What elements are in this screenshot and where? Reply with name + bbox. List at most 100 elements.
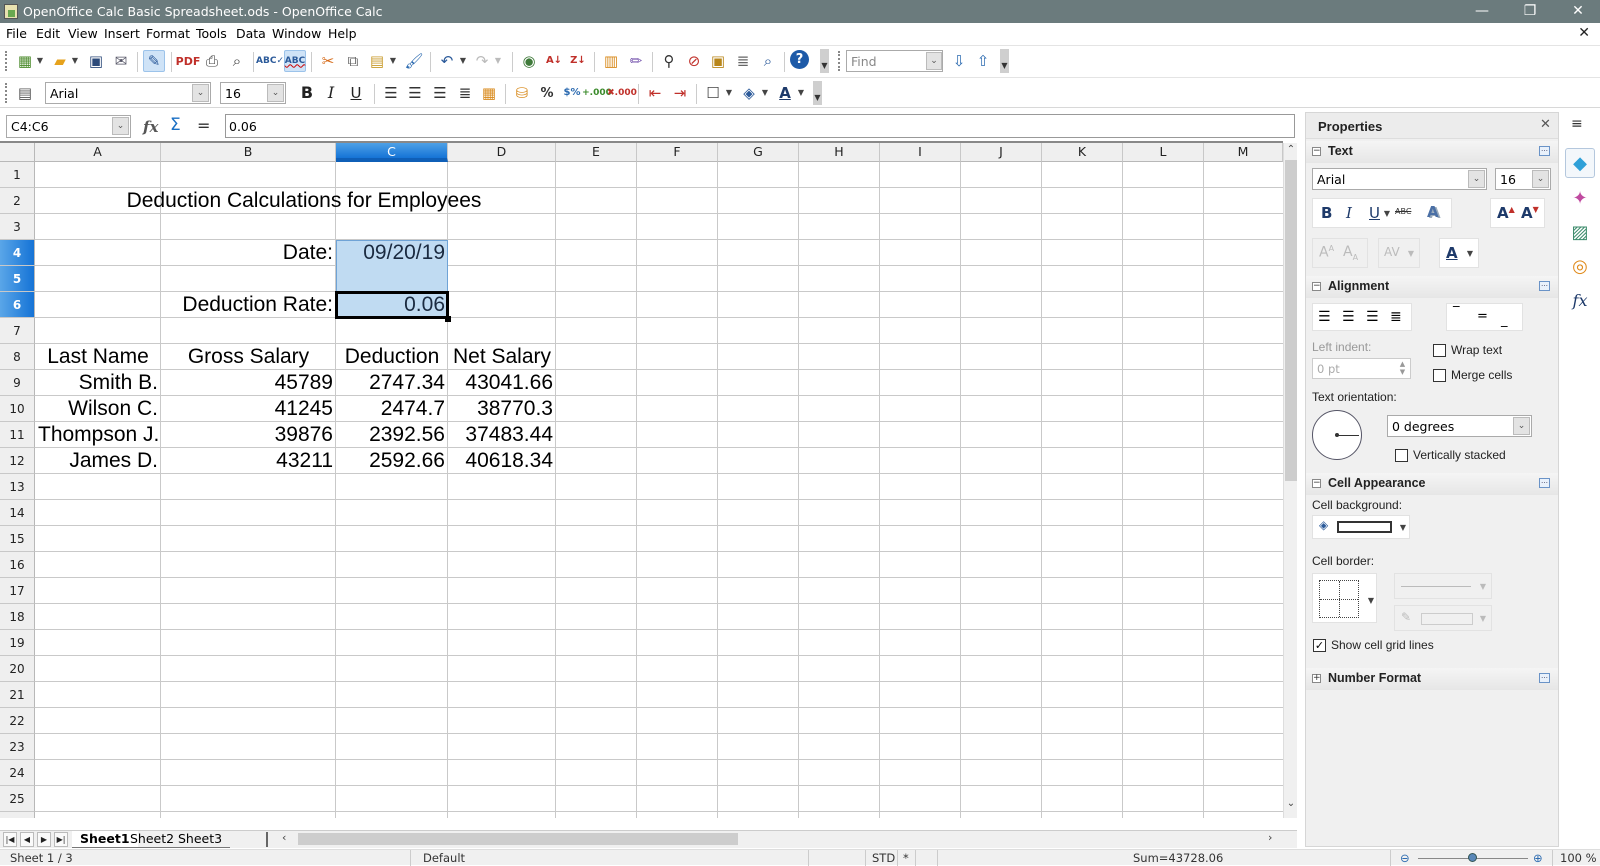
column-header-g[interactable]: G (718, 143, 799, 162)
sidebar-align-left-icon[interactable]: ☰ (1318, 309, 1331, 325)
text-section-header[interactable]: − Text … (1306, 141, 1558, 163)
horizontal-scrollbar[interactable]: ‹ › (280, 831, 1285, 847)
row-header-5[interactable]: 5 (0, 266, 35, 292)
first-sheet-button[interactable]: |◀ (3, 832, 17, 847)
currency-format-icon[interactable]: ⛁ (511, 82, 533, 104)
row-header-9[interactable]: 9 (0, 370, 35, 396)
function-icon[interactable]: = (197, 116, 210, 135)
scroll-left-icon[interactable]: ‹ (282, 831, 286, 844)
sidebar-bold-button[interactable]: B (1321, 204, 1332, 222)
font-color-icon[interactable]: A (774, 82, 796, 104)
menu-view[interactable]: View (68, 26, 98, 41)
menu-data[interactable]: Data (236, 26, 266, 41)
data-sources-icon[interactable]: ≣ (732, 50, 754, 72)
cell-last-name[interactable]: Smith B. (35, 370, 161, 396)
row-header-23[interactable]: 23 (0, 734, 35, 760)
undo-dropdown-icon[interactable]: ▼ (459, 56, 467, 65)
edit-file-icon[interactable]: ✎ (143, 50, 165, 72)
row-header-15[interactable]: 15 (0, 526, 35, 552)
sidebar-shadow-button[interactable]: A (1427, 203, 1439, 221)
row-header-6[interactable]: 6 (0, 292, 35, 318)
bold-button[interactable]: B (296, 82, 318, 104)
alignment-section-header[interactable]: − Alignment … (1306, 276, 1558, 298)
row-header-20[interactable]: 20 (0, 656, 35, 682)
sidebar-strikethrough-button[interactable]: ABC (1395, 207, 1411, 216)
row-header-19[interactable]: 19 (0, 630, 35, 656)
column-header-h[interactable]: H (799, 143, 880, 162)
autospellcheck-icon[interactable]: ABC (284, 50, 306, 72)
decrease-font-size-icon[interactable]: A▼ (1521, 204, 1539, 222)
column-header-m[interactable]: M (1204, 143, 1283, 162)
column-header-j[interactable]: J (961, 143, 1042, 162)
function-wizard-icon[interactable]: fx (143, 118, 158, 136)
hyperlink-icon[interactable]: ◉ (518, 50, 540, 72)
cell-date-label[interactable]: Date: (161, 240, 336, 266)
row-header-21[interactable]: 21 (0, 682, 35, 708)
gallery-icon[interactable]: ▣ (707, 50, 729, 72)
sidebar-font-color-icon[interactable]: A (1446, 244, 1458, 262)
find-toolbar-overflow-button[interactable]: ▼ (1000, 49, 1009, 73)
zoom-slider-knob[interactable] (1468, 853, 1477, 862)
align-bottom-icon[interactable]: _ (1501, 313, 1508, 328)
cell-net-salary[interactable]: 37483.44 (448, 422, 556, 448)
row-header-11[interactable]: 11 (0, 422, 35, 448)
undo-icon[interactable]: ↶ (436, 50, 458, 72)
font-name-box[interactable]: Arial ⌄ (45, 82, 211, 104)
sidebar-close-icon[interactable]: ✕ (1540, 117, 1551, 132)
row-header-14[interactable]: 14 (0, 500, 35, 526)
horizontal-scroll-thumb[interactable] (298, 833, 738, 845)
font-color-dropdown-icon[interactable]: ▼ (797, 88, 805, 97)
column-header-a[interactable]: A (35, 143, 161, 162)
styles-icon[interactable]: ▤ (14, 82, 36, 104)
row-header-4[interactable]: 4 (0, 240, 35, 266)
sidebar-underline-button[interactable]: U (1369, 204, 1380, 222)
sort-ascending-icon[interactable]: A↓ (543, 50, 565, 72)
redo-dropdown-icon[interactable]: ▼ (494, 56, 502, 65)
row-header-3[interactable]: 3 (0, 214, 35, 240)
chart-icon[interactable]: ▥ (600, 50, 622, 72)
cell-deduction[interactable]: 2747.34 (336, 370, 448, 396)
styles-tab-icon[interactable]: ✦ (1565, 184, 1595, 214)
zoom-out-icon[interactable]: ⊖ (1400, 851, 1410, 865)
increase-indent-icon[interactable]: ⇥ (669, 82, 691, 104)
font-size-dropdown-icon[interactable]: ⌄ (267, 84, 284, 102)
add-decimal-icon[interactable]: +.000 (582, 82, 612, 104)
merge-cells-icon[interactable]: ▦ (478, 82, 500, 104)
align-center-icon[interactable]: ☰ (404, 82, 426, 104)
minimize-button[interactable]: — (1460, 0, 1504, 23)
navigator-icon[interactable]: ⊘ (683, 50, 705, 72)
scroll-up-icon[interactable]: ⌃ (1284, 144, 1298, 159)
open-dropdown-icon[interactable]: ▼ (71, 56, 79, 65)
cell-gross-salary[interactable]: 41245 (161, 396, 336, 422)
find-previous-icon[interactable]: ⇧ (972, 50, 994, 72)
justify-icon[interactable]: ≣ (454, 82, 476, 104)
column-header-b[interactable]: B (161, 143, 336, 162)
toolbar-grip[interactable] (5, 83, 8, 103)
next-sheet-button[interactable]: ▶ (37, 832, 51, 847)
cell-last-name[interactable]: James D. (35, 448, 161, 474)
character-spacing-icon[interactable]: AV (1384, 245, 1400, 259)
font-color-dropdown-icon[interactable]: ▼ (1466, 249, 1474, 258)
delete-decimal-icon[interactable]: ✖.000 (607, 82, 637, 104)
new-document-icon[interactable]: ▦ (14, 50, 36, 72)
find-next-icon[interactable]: ⇩ (948, 50, 970, 72)
header-last-name[interactable]: Last Name (35, 344, 161, 370)
scroll-down-icon[interactable]: ⌄ (1284, 798, 1298, 813)
paste-icon[interactable]: ▤ (366, 50, 388, 72)
spreadsheet-grid[interactable]: ABCDEFGHIJKLM 1 2 3 4 5 6 7 8 9 10 11 12 13 14 15 16 17 1… (0, 141, 1283, 818)
page-preview-icon[interactable]: ⌕ (226, 50, 248, 72)
zoom-in-icon[interactable]: ⊕ (1533, 851, 1543, 865)
align-middle-icon[interactable]: = (1477, 309, 1488, 324)
cut-icon[interactable]: ✂ (317, 50, 339, 72)
background-color-dropdown-icon[interactable]: ▼ (761, 88, 769, 97)
character-spacing-dropdown-icon[interactable]: ▼ (1407, 249, 1415, 258)
select-all-corner[interactable] (0, 143, 35, 162)
cell-rate-label[interactable]: Deduction Rate: (161, 292, 336, 318)
help-icon[interactable]: ? (790, 50, 809, 69)
cell-background-picker[interactable]: ◈ ▼ (1312, 515, 1410, 539)
row-header-25[interactable]: 25 (0, 786, 35, 812)
find-replace-icon[interactable]: ⚲ (658, 50, 680, 72)
header-gross-salary[interactable]: Gross Salary (161, 344, 336, 370)
vertical-scroll-thumb[interactable] (1285, 160, 1297, 481)
sheet-tab-sheet3[interactable]: Sheet3 (170, 831, 231, 848)
